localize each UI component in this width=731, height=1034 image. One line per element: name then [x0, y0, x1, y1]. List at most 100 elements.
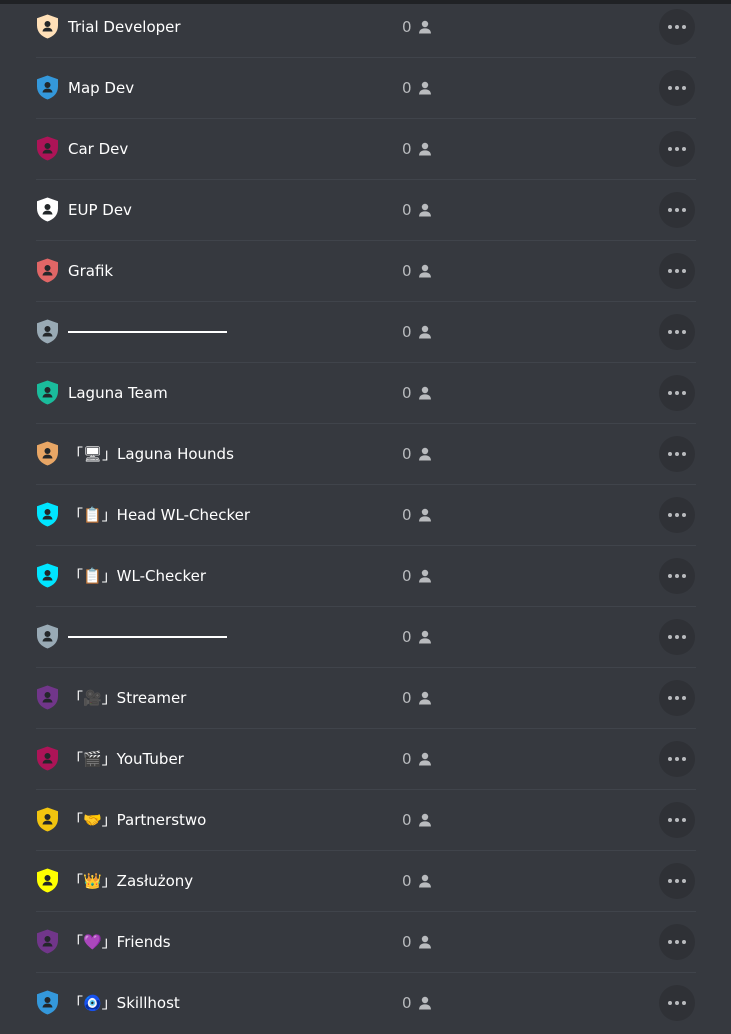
more-options-button[interactable] — [659, 70, 695, 106]
more-options-icon — [668, 818, 686, 822]
role-row[interactable]: Car Dev 0 — [36, 119, 696, 180]
more-options-button[interactable] — [659, 436, 695, 472]
shield-person-icon — [36, 380, 59, 405]
member-count: 0 — [402, 931, 432, 953]
role-row[interactable]: 「💜」Friends 0 — [36, 912, 696, 973]
role-row[interactable]: 「🎬」YouTuber 0 — [36, 729, 696, 790]
more-options-button[interactable] — [659, 802, 695, 838]
more-options-icon — [668, 879, 686, 883]
role-row[interactable]: 「🧿」Skillhost 0 — [36, 973, 696, 1034]
role-list: Trial Developer 0 Map Dev 0 Car Dev 0 EUP Dev 0… — [36, 0, 696, 1034]
more-options-button[interactable] — [659, 192, 695, 228]
person-icon — [418, 569, 432, 583]
person-icon — [418, 142, 432, 156]
more-options-button[interactable] — [659, 680, 695, 716]
role-row[interactable]: Trial Developer 0 — [36, 0, 696, 58]
person-icon — [418, 447, 432, 461]
more-options-button[interactable] — [659, 497, 695, 533]
member-count-value: 0 — [402, 323, 412, 341]
more-options-icon — [668, 147, 686, 151]
more-options-button[interactable] — [659, 375, 695, 411]
role-row[interactable]: 「👑」Zasłużony 0 — [36, 851, 696, 912]
member-count-value: 0 — [402, 811, 412, 829]
more-options-icon — [668, 208, 686, 212]
role-row[interactable]: Map Dev 0 — [36, 58, 696, 119]
role-name: Laguna Team — [68, 384, 168, 402]
more-options-button[interactable] — [659, 253, 695, 289]
member-count-value: 0 — [402, 994, 412, 1012]
role-row[interactable]: 「📋」Head WL-Checker 0 — [36, 485, 696, 546]
role-divider-line — [68, 636, 227, 638]
more-options-icon — [668, 1001, 686, 1005]
role-row[interactable]: EUP Dev 0 — [36, 180, 696, 241]
role-row[interactable]: 「🤝」Partnerstwo 0 — [36, 790, 696, 851]
person-icon — [418, 691, 432, 705]
person-icon — [418, 508, 432, 522]
role-row[interactable]: 0 — [36, 607, 696, 668]
role-divider-line — [68, 331, 227, 333]
role-row[interactable]: Laguna Team 0 — [36, 363, 696, 424]
more-options-icon — [668, 391, 686, 395]
role-name: Trial Developer — [68, 18, 181, 36]
role-name: 「🖥」Laguna Hounds — [68, 445, 234, 463]
member-count: 0 — [402, 260, 432, 282]
role-name: 「📋」WL-Checker — [68, 567, 207, 585]
member-count-value: 0 — [402, 506, 412, 524]
more-options-icon — [668, 940, 686, 944]
shield-person-icon — [36, 563, 59, 588]
more-options-icon — [668, 696, 686, 700]
more-options-icon — [668, 86, 686, 90]
person-icon — [418, 874, 432, 888]
more-options-button[interactable] — [659, 314, 695, 350]
more-options-icon — [668, 25, 686, 29]
member-count: 0 — [402, 443, 432, 465]
role-name: EUP Dev — [68, 201, 132, 219]
role-row[interactable]: 「🖥」Laguna Hounds 0 — [36, 424, 696, 485]
shield-person-icon — [36, 868, 59, 893]
role-row[interactable]: 0 — [36, 302, 696, 363]
more-options-button[interactable] — [659, 558, 695, 594]
member-count: 0 — [402, 138, 432, 160]
more-options-button[interactable] — [659, 9, 695, 45]
more-options-button[interactable] — [659, 619, 695, 655]
member-count: 0 — [402, 992, 432, 1014]
role-name: 「🎬」YouTuber — [68, 750, 184, 768]
role-name: 「📋」Head WL-Checker — [68, 506, 251, 524]
more-options-button[interactable] — [659, 924, 695, 960]
member-count-value: 0 — [402, 262, 412, 280]
person-icon — [418, 752, 432, 766]
person-icon — [418, 20, 432, 34]
shield-person-icon — [36, 319, 59, 344]
more-options-button[interactable] — [659, 131, 695, 167]
person-icon — [418, 203, 432, 217]
shield-person-icon — [36, 502, 59, 527]
role-row[interactable]: 「📋」WL-Checker 0 — [36, 546, 696, 607]
shield-person-icon — [36, 929, 59, 954]
more-options-button[interactable] — [659, 863, 695, 899]
role-name: 「🎥」Streamer — [68, 689, 187, 707]
more-options-button[interactable] — [659, 985, 695, 1021]
member-count-value: 0 — [402, 384, 412, 402]
role-row[interactable]: Grafik 0 — [36, 241, 696, 302]
role-name: 「🤝」Partnerstwo — [68, 811, 207, 829]
member-count: 0 — [402, 687, 432, 709]
shield-person-icon — [36, 441, 59, 466]
shield-person-icon — [36, 75, 59, 100]
role-name: 「🧿」Skillhost — [68, 994, 180, 1012]
more-options-icon — [668, 513, 686, 517]
member-count: 0 — [402, 748, 432, 770]
member-count-value: 0 — [402, 140, 412, 158]
person-icon — [418, 386, 432, 400]
role-row[interactable]: 「🎥」Streamer 0 — [36, 668, 696, 729]
member-count: 0 — [402, 809, 432, 831]
member-count-value: 0 — [402, 79, 412, 97]
person-icon — [418, 81, 432, 95]
more-options-icon — [668, 757, 686, 761]
shield-person-icon — [36, 258, 59, 283]
member-count-value: 0 — [402, 750, 412, 768]
role-name: 「👑」Zasłużony — [68, 872, 194, 890]
more-options-icon — [668, 269, 686, 273]
more-options-button[interactable] — [659, 741, 695, 777]
member-count: 0 — [402, 626, 432, 648]
member-count: 0 — [402, 199, 432, 221]
